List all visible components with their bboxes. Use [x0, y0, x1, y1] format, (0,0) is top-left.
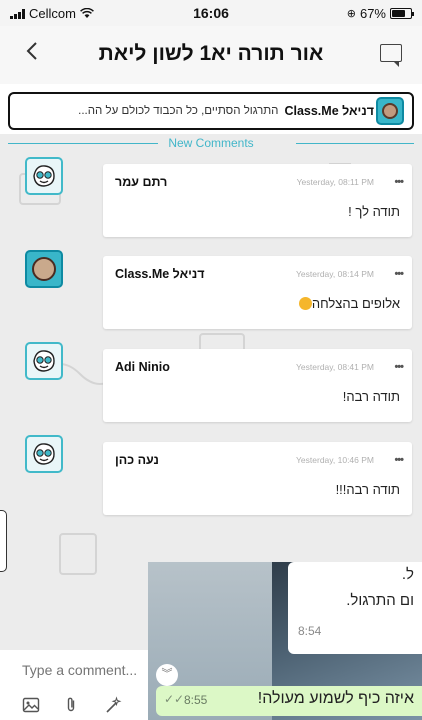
comment-card[interactable]: דניאל Class.Me Yesterday, 08:14 PM ••• א… [103, 256, 412, 329]
pinned-message[interactable]: דניאל Class.Me התרגול הסתיים, כל הכבוד ל… [8, 92, 414, 130]
comment-card[interactable]: Adi Ninio Yesterday, 08:41 PM ••• תודה ר… [103, 349, 412, 422]
rotation-lock-icon: ⊕ [346, 8, 356, 20]
grinning-face-icon [298, 297, 312, 310]
message-text: ום התרגול. [346, 592, 414, 609]
page-title: אור תורה יא1 לשון ליאת [98, 42, 324, 65]
comment-author: נעה כהן [115, 453, 159, 467]
chat-bubble-icon[interactable] [380, 44, 402, 67]
avatar[interactable] [25, 250, 63, 288]
comment-time: Yesterday, 08:41 PM [296, 362, 374, 372]
class-me-logo-icon [33, 165, 55, 187]
comment-text: אלופים בהצלחה [297, 296, 400, 311]
comment-input[interactable] [22, 662, 146, 678]
comment-author: דניאל Class.Me [115, 267, 205, 281]
avatar[interactable] [25, 342, 63, 380]
battery-percent: 67% [359, 6, 386, 21]
image-icon[interactable] [22, 696, 40, 714]
message-bubble: ל. ום התרגול. 8:54 [288, 562, 422, 654]
more-options-icon[interactable]: ••• [394, 268, 404, 280]
read-ticks-icon: ✓✓ [164, 692, 185, 706]
comment-time: Yesterday, 08:11 PM [296, 177, 374, 187]
comment-time: Yesterday, 10:46 PM [296, 455, 374, 465]
new-comments-separator: New Comments [0, 136, 422, 150]
avatar[interactable] [25, 157, 63, 195]
comment-text: תודה לך ! [348, 204, 400, 219]
comment-text: תודה רבה! [342, 389, 400, 404]
user-photo [32, 257, 56, 281]
edge-handle[interactable] [0, 510, 7, 572]
whatsapp-screenshot: ל. ום התרגול. 8:54 ︾ ✓✓ 8:55 איזה כיף לש… [148, 562, 422, 720]
avatar[interactable] [25, 435, 63, 473]
message-time: 8:55 [184, 693, 208, 707]
class-me-logo-icon [33, 443, 55, 465]
magic-wand-icon[interactable] [104, 696, 122, 714]
chat-header: אור תורה יא1 לשון ליאת [0, 26, 422, 84]
comment-card[interactable]: רתם עמר Yesterday, 08:11 PM ••• תודה לך … [103, 164, 412, 237]
comment-author: רתם עמר [115, 175, 168, 189]
status-bar: Cellcom 16:06 ⊕ 67% [0, 0, 422, 26]
comment-composer [0, 650, 148, 720]
class-me-logo-icon [33, 350, 55, 372]
attachment-icon[interactable] [62, 696, 80, 714]
pinned-author: דניאל Class.Me [284, 104, 374, 118]
comment-time: Yesterday, 08:14 PM [296, 269, 374, 279]
more-options-icon[interactable]: ••• [394, 176, 404, 188]
more-options-icon[interactable]: ••• [394, 454, 404, 466]
outgoing-message-bubble: ✓✓ 8:55 איזה כיף לשמוע מעולה! [156, 686, 422, 716]
comment-text: תודה רבה!!! [335, 482, 400, 497]
battery-info: ⊕ 67% [346, 6, 414, 21]
avatar [376, 97, 404, 125]
message-text: איזה כיף לשמוע מעולה! [257, 690, 414, 707]
more-options-icon[interactable]: ••• [394, 361, 404, 373]
comment-card[interactable]: נעה כהן Yesterday, 10:46 PM ••• תודה רבה… [103, 442, 412, 515]
separator-label: New Comments [162, 136, 260, 150]
comment-author: Adi Ninio [115, 360, 170, 374]
pinned-text: התרגול הסתיים, כל הכבוד לכולם על הה... [78, 105, 279, 117]
message-time: 8:54 [298, 624, 322, 638]
message-text: ל. [401, 566, 414, 583]
battery-icon [390, 8, 414, 19]
scroll-down-icon[interactable]: ︾ [156, 664, 178, 686]
